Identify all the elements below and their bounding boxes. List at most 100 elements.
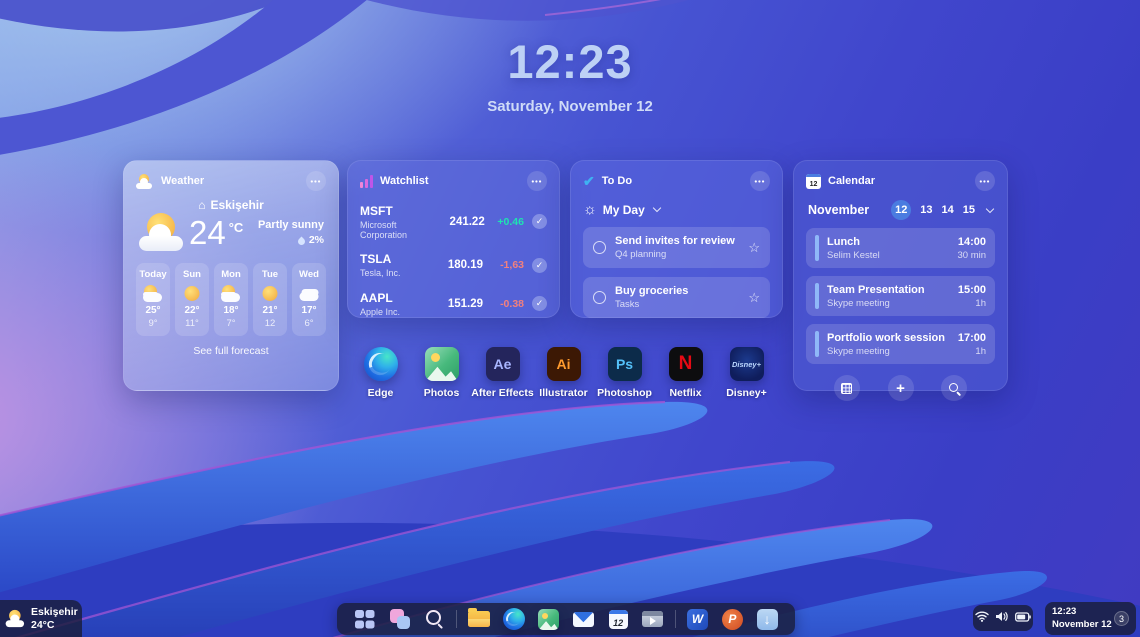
- date-option[interactable]: 13: [920, 204, 932, 216]
- photoshop-icon: Ps: [608, 347, 642, 381]
- desktop-shortcuts: Edge Photos Ae After Effects Ai Illustra…: [350, 347, 777, 399]
- chevron-down-icon[interactable]: [986, 204, 994, 212]
- condition-label: Partly sunny: [258, 219, 324, 231]
- stock-change: +0.46: [493, 216, 524, 228]
- check-circle-icon[interactable]: [532, 258, 547, 273]
- event-info: Lunch14:00 Selim Kestel30 min: [827, 236, 986, 261]
- word-button[interactable]: W: [685, 606, 711, 632]
- todo-app-icon: [583, 173, 595, 190]
- downloads-button[interactable]: [754, 606, 780, 632]
- calendar-widget: 12 Calendar November 12 13 14 15 Lunch14…: [793, 160, 1008, 391]
- search-icon: [424, 609, 444, 629]
- my-day-dropdown[interactable]: My Day: [583, 201, 770, 218]
- date-selected[interactable]: 12: [891, 200, 911, 220]
- illustrator-icon: Ai: [547, 347, 581, 381]
- star-icon[interactable]: [748, 239, 760, 257]
- mail-icon: [573, 612, 594, 627]
- file-explorer-button[interactable]: [466, 606, 492, 632]
- add-event-button[interactable]: [888, 375, 914, 401]
- forecast-day: Tue 21° 12: [253, 263, 287, 336]
- start-button[interactable]: [352, 606, 378, 632]
- event-info: Team Presentation15:00 Skype meeting1h: [827, 284, 986, 309]
- current-conditions: 24 °C Partly sunny 2%: [136, 213, 326, 253]
- home-icon: [198, 198, 205, 212]
- weather-menu-button[interactable]: [306, 171, 326, 191]
- weather-condition-icon: [181, 285, 203, 302]
- task-item[interactable]: Buy groceries Tasks: [583, 277, 770, 318]
- watchlist-menu-button[interactable]: [527, 171, 547, 191]
- stock-info: MSFT Microsoft Corporation: [360, 204, 442, 240]
- event-accent-bar: [815, 283, 819, 309]
- notification-badge[interactable]: 3: [1114, 611, 1129, 626]
- check-circle-icon[interactable]: [532, 296, 547, 311]
- taskbar: 12 W P: [337, 603, 795, 635]
- stock-row[interactable]: TSLA Tesla, Inc. 180.19 -1,63: [360, 252, 547, 278]
- weather-condition-icon: [142, 285, 164, 302]
- movies-tv-button[interactable]: [640, 606, 666, 632]
- tray-clock-text: 12:23 November 12: [1052, 606, 1112, 631]
- shortcut-photoshop[interactable]: Ps Photoshop: [594, 347, 655, 399]
- month-row: November 12 13 14 15: [806, 200, 995, 220]
- magnifier-icon: [948, 382, 961, 395]
- photos-button[interactable]: [536, 606, 562, 632]
- taskbar-weather-chip[interactable]: Eskişehir 24°C: [0, 600, 82, 637]
- list-label: My Day: [603, 203, 645, 217]
- calendar-button[interactable]: 12: [605, 606, 631, 632]
- current-temp: 24: [189, 214, 226, 252]
- shortcut-edge[interactable]: Edge: [350, 347, 411, 399]
- tray-clock[interactable]: 12:23 November 12 3: [1045, 602, 1136, 635]
- search-button[interactable]: [421, 606, 447, 632]
- forecast-day: Wed 17° 6°: [292, 263, 326, 336]
- stock-info: AAPL Apple Inc.: [360, 291, 400, 317]
- complete-task-circle[interactable]: [593, 291, 606, 304]
- month-view-button[interactable]: [834, 375, 860, 401]
- tray-date: November 12: [1052, 619, 1112, 631]
- sun-cloud-icon: [138, 213, 184, 253]
- month-label: November: [808, 203, 869, 217]
- location-label: Eskişehir: [210, 198, 263, 212]
- system-tray[interactable]: [973, 605, 1033, 631]
- battery-icon: [1015, 609, 1031, 627]
- tray-time: 12:23: [1052, 606, 1112, 618]
- task-view-button[interactable]: [387, 606, 413, 632]
- calendar-event[interactable]: Portfolio work session17:00 Skype meetin…: [806, 324, 995, 364]
- stock-price: 241.22: [450, 216, 485, 228]
- watchlist-title: Watchlist: [380, 175, 429, 187]
- download-arrow-icon: [757, 609, 778, 630]
- shortcut-photos[interactable]: Photos: [411, 347, 472, 399]
- date-option[interactable]: 15: [963, 204, 975, 216]
- todo-menu-button[interactable]: [750, 171, 770, 191]
- shortcut-disney-plus[interactable]: Disney+ Disney+: [716, 347, 777, 399]
- star-icon[interactable]: [748, 289, 760, 307]
- shortcut-after-effects[interactable]: Ae After Effects: [472, 347, 533, 399]
- sun-icon: [583, 201, 597, 218]
- powerpoint-button[interactable]: P: [719, 606, 745, 632]
- stock-row[interactable]: AAPL Apple Inc. 151.29 -0.38: [360, 291, 547, 317]
- search-events-button[interactable]: [941, 375, 967, 401]
- event-info: Portfolio work session17:00 Skype meetin…: [827, 332, 986, 357]
- taskbar-separator: [456, 610, 457, 628]
- edge-button[interactable]: [501, 606, 527, 632]
- weather-condition-icon: [220, 285, 242, 302]
- calendar-event[interactable]: Team Presentation15:00 Skype meeting1h: [806, 276, 995, 316]
- todo-header: To Do: [583, 171, 770, 191]
- complete-task-circle[interactable]: [593, 241, 606, 254]
- stock-change: -1,63: [491, 259, 524, 271]
- weather-location[interactable]: Eskişehir: [136, 198, 326, 212]
- weather-app-icon: [136, 174, 154, 189]
- shortcut-netflix[interactable]: N Netflix: [655, 347, 716, 399]
- task-item[interactable]: Send invites for review Q4 planning: [583, 227, 770, 268]
- mail-button[interactable]: [570, 606, 596, 632]
- folder-icon: [468, 611, 490, 627]
- date-option[interactable]: 14: [942, 204, 954, 216]
- task-info: Send invites for review Q4 planning: [615, 235, 735, 260]
- see-full-forecast-link[interactable]: See full forecast: [136, 345, 326, 357]
- calendar-event[interactable]: Lunch14:00 Selim Kestel30 min: [806, 228, 995, 268]
- weather-condition-icon: [298, 285, 320, 302]
- calendar-menu-button[interactable]: [975, 171, 995, 191]
- shortcut-illustrator[interactable]: Ai Illustrator: [533, 347, 594, 399]
- start-icon: [355, 610, 374, 629]
- droplet-icon: [296, 236, 306, 246]
- check-circle-icon[interactable]: [532, 214, 547, 229]
- stock-row[interactable]: MSFT Microsoft Corporation 241.22 +0.46: [360, 204, 547, 240]
